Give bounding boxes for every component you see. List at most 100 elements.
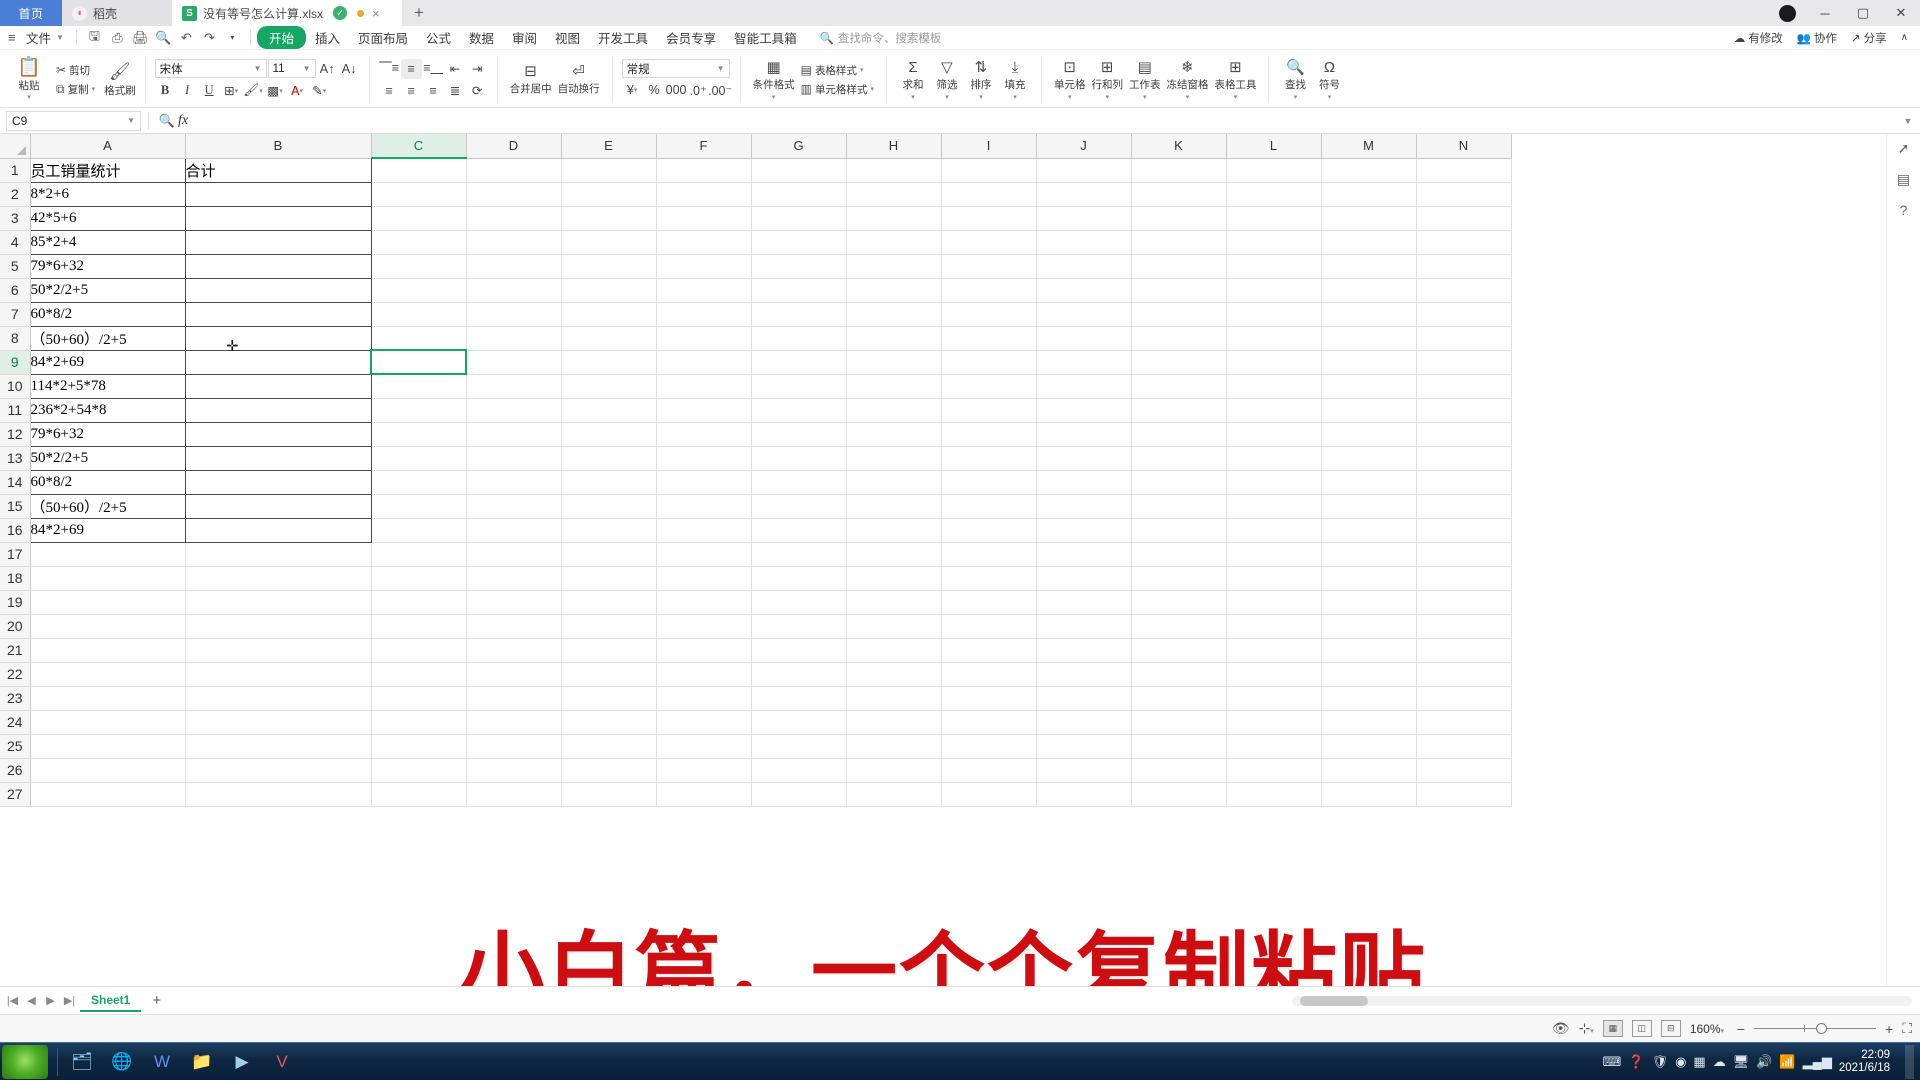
cell-E20[interactable]	[561, 614, 657, 639]
cell-G9[interactable]	[751, 350, 847, 375]
cell-B18[interactable]	[185, 566, 372, 591]
prev-sheet-icon[interactable]: ◀	[23, 994, 40, 1007]
font-size-select[interactable]: 11 ▼	[267, 59, 316, 78]
cell-K26[interactable]	[1131, 758, 1227, 783]
cell-A20[interactable]	[30, 614, 186, 639]
cell-D11[interactable]	[466, 398, 562, 423]
cell-J9[interactable]	[1036, 350, 1132, 375]
cell-E13[interactable]	[561, 446, 657, 471]
cell-M4[interactable]	[1321, 230, 1417, 255]
cell-B26[interactable]	[185, 758, 372, 783]
cell-G27[interactable]	[751, 782, 847, 807]
cell-A21[interactable]	[30, 638, 186, 663]
cell-A1[interactable]: 员工销量统计	[29, 157, 186, 183]
cell-I17[interactable]	[941, 542, 1037, 567]
cell-L7[interactable]	[1226, 302, 1322, 327]
cell-F17[interactable]	[656, 542, 752, 567]
row-header-19[interactable]: 19	[0, 590, 31, 615]
cell-H12[interactable]	[846, 422, 942, 447]
cell-L20[interactable]	[1226, 614, 1322, 639]
cell-L18[interactable]	[1226, 566, 1322, 591]
cell-E25[interactable]	[561, 734, 657, 759]
cell-A5[interactable]: 79*6+32	[29, 254, 186, 279]
function-icon[interactable]: fx	[178, 113, 188, 129]
cell-M15[interactable]	[1321, 494, 1417, 519]
cell-I8[interactable]	[941, 326, 1037, 351]
cell-F4[interactable]	[656, 230, 752, 255]
cell-H13[interactable]	[846, 446, 942, 471]
cell-E5[interactable]	[561, 254, 657, 279]
cell-H16[interactable]	[846, 518, 942, 543]
cell-H24[interactable]	[846, 710, 942, 735]
cell-E9[interactable]	[561, 350, 657, 375]
row-column-button[interactable]: ⊞ 行和列 ▾	[1088, 52, 1126, 107]
cell-J17[interactable]	[1036, 542, 1132, 567]
cell-M24[interactable]	[1321, 710, 1417, 735]
cell-I27[interactable]	[941, 782, 1037, 807]
folder-icon[interactable]: 📁	[183, 1046, 221, 1078]
first-sheet-icon[interactable]: |◀	[4, 994, 21, 1007]
cell-fill-icon[interactable]: 🖌 ▾	[243, 81, 264, 101]
cell-C6[interactable]	[371, 278, 467, 303]
cell-E6[interactable]	[561, 278, 657, 303]
cell-H14[interactable]	[846, 470, 942, 495]
cell-B12[interactable]	[184, 422, 372, 447]
cell-A18[interactable]	[30, 566, 186, 591]
cell-J19[interactable]	[1036, 590, 1132, 615]
cell-D24[interactable]	[466, 710, 562, 735]
print-icon[interactable]: 🖨	[129, 27, 152, 49]
cell-I11[interactable]	[941, 398, 1037, 423]
cell-G19[interactable]	[751, 590, 847, 615]
monitor-icon[interactable]: 🖥	[1733, 1054, 1750, 1070]
cell-J12[interactable]	[1036, 422, 1132, 447]
align-top-icon[interactable]: ⎺≡	[379, 59, 400, 79]
row-header-9[interactable]: 9	[0, 350, 31, 375]
cell-B7[interactable]	[184, 302, 372, 327]
cell-L26[interactable]	[1226, 758, 1322, 783]
cell-F26[interactable]	[656, 758, 752, 783]
cell-C18[interactable]	[371, 566, 467, 591]
file-explorer-icon[interactable]: 🗂	[63, 1046, 101, 1078]
cell-L22[interactable]	[1226, 662, 1322, 687]
cell-D25[interactable]	[466, 734, 562, 759]
font-color-icon[interactable]: A ▾	[287, 81, 308, 101]
cell-E24[interactable]	[561, 710, 657, 735]
collaborate-button[interactable]: 👥 协作	[1797, 30, 1837, 46]
cell-M12[interactable]	[1321, 422, 1417, 447]
cell-E22[interactable]	[561, 662, 657, 687]
cell-B15[interactable]	[184, 494, 372, 519]
row-header-13[interactable]: 13	[0, 446, 31, 471]
cell-M6[interactable]	[1321, 278, 1417, 303]
cell-B17[interactable]	[185, 542, 372, 567]
cell-A3[interactable]: 42*5+6	[29, 206, 186, 231]
cell-N3[interactable]	[1416, 206, 1512, 231]
row-header-27[interactable]: 27	[0, 782, 31, 807]
cells-button[interactable]: ⊡ 单元格 ▾	[1051, 52, 1089, 107]
cell-A15[interactable]: （50+60）/2+5	[29, 494, 186, 519]
freeze-panes-button[interactable]: ❄ 冻结窗格 ▾	[1163, 52, 1211, 107]
cloud-icon[interactable]: ☁	[1713, 1054, 1726, 1070]
cell-G15[interactable]	[751, 494, 847, 519]
cell-M21[interactable]	[1321, 638, 1417, 663]
copy-button[interactable]: ⧉ 复制 ▾	[53, 81, 98, 98]
cell-E21[interactable]	[561, 638, 657, 663]
cell-J27[interactable]	[1036, 782, 1132, 807]
cell-A7[interactable]: 60*8/2	[29, 302, 186, 327]
cell-B22[interactable]	[185, 662, 372, 687]
cell-G20[interactable]	[751, 614, 847, 639]
zoom-out-button[interactable]: −	[1737, 1021, 1745, 1037]
cell-C19[interactable]	[371, 590, 467, 615]
cell-J6[interactable]	[1036, 278, 1132, 303]
close-tab-icon[interactable]: ×	[372, 6, 380, 21]
cell-K3[interactable]	[1131, 206, 1227, 231]
cell-L3[interactable]	[1226, 206, 1322, 231]
cell-N20[interactable]	[1416, 614, 1512, 639]
merge-center-button[interactable]: ⊟ 合并居中	[507, 52, 555, 107]
file-menu-button[interactable]: ≡ 文件 ▼	[6, 28, 70, 47]
cell-N22[interactable]	[1416, 662, 1512, 687]
cell-L15[interactable]	[1226, 494, 1322, 519]
column-header-l[interactable]: L	[1226, 134, 1322, 159]
cell-J21[interactable]	[1036, 638, 1132, 663]
row-header-7[interactable]: 7	[0, 302, 31, 327]
share-button[interactable]: ↗ 分享	[1851, 30, 1887, 46]
